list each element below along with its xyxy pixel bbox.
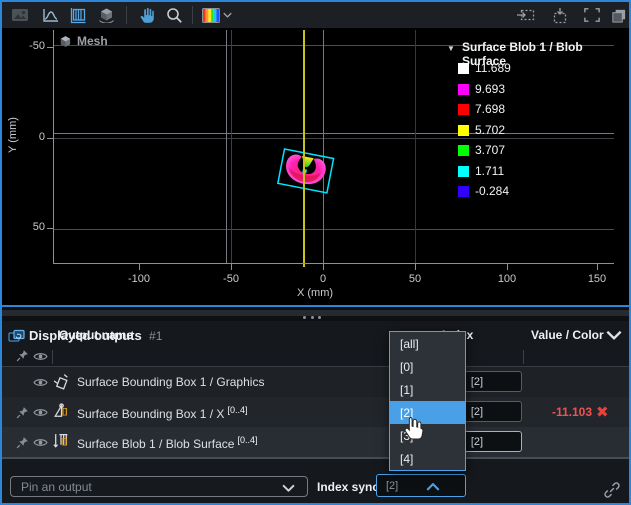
- visibility-column-icon[interactable]: [33, 351, 48, 362]
- legend-swatch: [458, 104, 469, 115]
- fit-horizontal-icon[interactable]: [514, 5, 538, 25]
- dropdown-item-0[interactable]: [0]: [390, 355, 465, 378]
- measurement-x-icon: []: [52, 402, 70, 420]
- x-tick-label: 150: [567, 273, 627, 285]
- dropdown-item-all[interactable]: [all]: [390, 332, 465, 355]
- view-mode-label: Mesh: [77, 34, 108, 48]
- toolbar-separator: [126, 6, 127, 24]
- x-tick-label: 0: [293, 273, 353, 285]
- pin-column-icon[interactable]: [16, 349, 29, 362]
- model-3d-view-icon[interactable]: [94, 5, 118, 25]
- panel-collapse-chevron-icon[interactable]: [606, 330, 622, 340]
- image-view-icon[interactable]: [8, 5, 32, 25]
- table-row[interactable]: [] Surface Bounding Box 1 / X[0..4] [2] …: [2, 397, 629, 427]
- surface-plot[interactable]: -50 0 50 -100 -50 0 50 100 150 X (mm) Y …: [2, 28, 629, 305]
- splitter-grip-icon[interactable]: [303, 316, 321, 320]
- index-sync-dropdown: [all] [0] [1] [2] [3] [4]: [389, 331, 466, 471]
- index-sync-label: Index sync: [317, 480, 379, 494]
- column-header-value-color[interactable]: Value / Color: [531, 328, 604, 342]
- blob-surface-icon: []: [52, 432, 70, 450]
- measurement-value: -11.103: [522, 405, 592, 419]
- dropdown-item-1[interactable]: [1]: [390, 378, 465, 401]
- y-axis-line: [53, 30, 54, 264]
- pane-border: [0, 305, 631, 307]
- output-name: Surface Bounding Box 1 / Graphics: [77, 375, 264, 389]
- table-row[interactable]: Surface Bounding Box 1 / Graphics [2]: [2, 367, 629, 397]
- displayed-outputs-icon: [8, 329, 26, 344]
- zoom-tool-icon[interactable]: [162, 5, 186, 25]
- column-header-output-name[interactable]: Output name: [59, 328, 133, 342]
- y-tick-label: -50: [5, 40, 45, 52]
- view-toolbar: [2, 2, 629, 28]
- application-window: -50 0 50 -100 -50 0 50 100 150 X (mm) Y …: [0, 0, 631, 505]
- visibility-eye-icon[interactable]: [33, 407, 48, 418]
- legend-value: 5.702: [475, 123, 505, 137]
- legend-swatch: [458, 166, 469, 177]
- x-marker-line: [303, 30, 305, 267]
- legend-swatch: [458, 186, 469, 197]
- legend-swatch: [458, 63, 469, 74]
- index-sync-value: [2]: [386, 480, 398, 492]
- legend-value: 9.693: [475, 82, 505, 96]
- legend-collapse-icon[interactable]: ▼: [447, 44, 455, 53]
- pin-icon[interactable]: [16, 436, 29, 449]
- legend-swatch: [458, 84, 469, 95]
- toolbar-separator: [192, 6, 193, 24]
- link-icon[interactable]: [604, 482, 620, 498]
- pane-splitter[interactable]: [2, 307, 629, 321]
- legend-value: 3.707: [475, 143, 505, 157]
- fit-vertical-icon[interactable]: [548, 5, 572, 25]
- hand-cursor-icon: [402, 415, 424, 441]
- index-sync-combobox[interactable]: [2]: [376, 474, 466, 497]
- x-axis-title: X (mm): [275, 287, 355, 299]
- x-tick-label: 50: [385, 273, 445, 285]
- visibility-eye-icon[interactable]: [33, 437, 48, 448]
- dropdown-item-4[interactable]: [4]: [390, 447, 465, 470]
- y-axis-title: Y (mm): [7, 105, 21, 165]
- x-tick-label: 100: [477, 273, 537, 285]
- profile-view-icon[interactable]: [38, 5, 62, 25]
- legend-swatch: [458, 145, 469, 156]
- pan-tool-icon[interactable]: [134, 5, 158, 25]
- displayed-outputs-panel: Displayed outputs #1 Output name Index V…: [2, 321, 629, 503]
- legend-value: -0.284: [475, 184, 509, 198]
- x-tick-label: -100: [109, 273, 169, 285]
- output-name: Surface Blob 1 / Blob Surface[0..4]: [77, 435, 257, 451]
- fullscreen-icon[interactable]: [580, 5, 604, 25]
- fail-x-icon: ✖: [596, 403, 609, 421]
- surface-view-icon[interactable]: [66, 5, 90, 25]
- mesh-cube-icon: [59, 35, 72, 48]
- legend-swatch: [458, 125, 469, 136]
- pin-output-combobox[interactable]: Pin an output: [10, 476, 308, 497]
- pin-icon[interactable]: [16, 406, 29, 419]
- panel-badge: #1: [149, 329, 162, 343]
- pin-output-placeholder: Pin an output: [21, 480, 92, 494]
- layout-windows-icon[interactable]: [606, 5, 630, 25]
- table-row[interactable]: [] Surface Blob 1 / Blob Surface[0..4] […: [2, 427, 629, 457]
- output-name: Surface Bounding Box 1 / X[0..4]: [77, 405, 247, 421]
- graphics-icon: [52, 373, 70, 391]
- window-border: [0, 0, 2, 505]
- y-tick-label: 50: [5, 221, 45, 233]
- color-palette-icon[interactable]: [200, 5, 234, 25]
- chevron-down-icon: [282, 484, 295, 492]
- blob-surface-graphic: [268, 142, 348, 202]
- chevron-up-icon: [426, 483, 440, 491]
- visibility-eye-icon[interactable]: [33, 377, 48, 388]
- x-tick-label: -50: [201, 273, 261, 285]
- window-border: [0, 0, 631, 2]
- legend-value: 1.711: [475, 164, 504, 178]
- legend-value: 11.689: [475, 61, 511, 75]
- legend-value: 7.698: [475, 102, 505, 116]
- x-axis-line: [53, 263, 614, 264]
